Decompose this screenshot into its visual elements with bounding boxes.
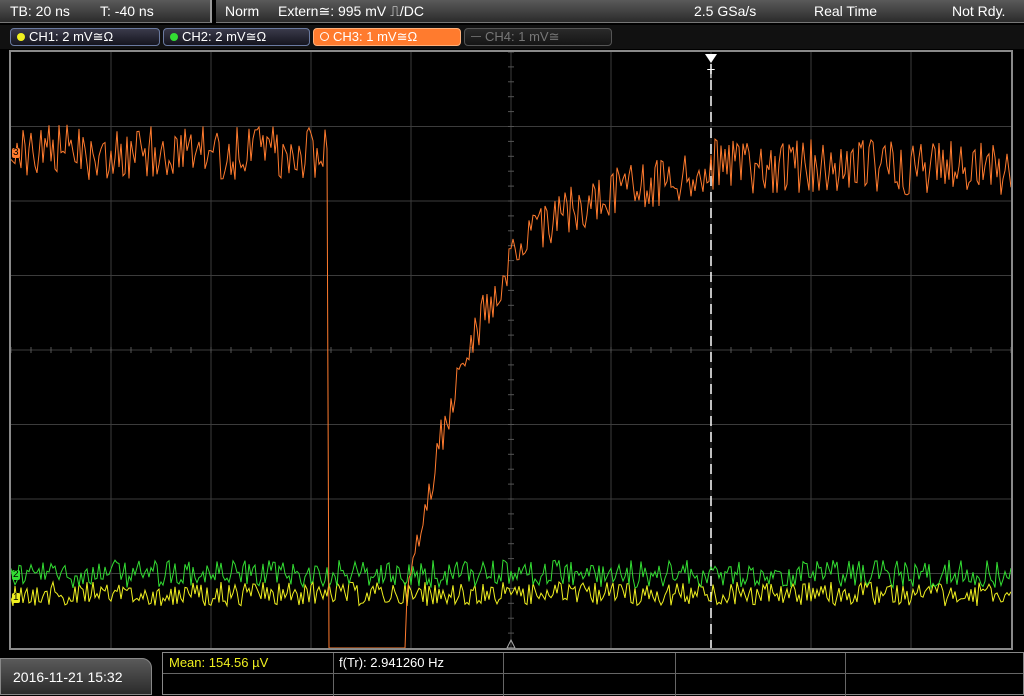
- graticule: [11, 52, 1011, 648]
- channel-4-button[interactable]: CH4: 1 mV≅: [464, 28, 612, 46]
- datetime-display[interactable]: 2016-11-21 15:32: [0, 658, 152, 695]
- measurement-divider: [675, 653, 676, 696]
- channel-3-button[interactable]: CH3: 1 mV≅Ω: [313, 28, 461, 46]
- channel-2-button[interactable]: CH2: 2 mV≅Ω: [163, 28, 310, 46]
- channel-1-label: CH1: 2 mV≅Ω: [29, 29, 114, 44]
- channel-1-dot-icon: [17, 33, 25, 41]
- channel-2-label: CH2: 2 mV≅Ω: [182, 29, 267, 44]
- measurement-divider: [333, 653, 334, 696]
- trigger-offset-label: T: -40 ns: [100, 3, 154, 19]
- measurement-frequency: f(Tr): 2.941260 Hz: [339, 655, 445, 670]
- channel-3-label: CH3: 1 mV≅Ω: [333, 29, 418, 44]
- channel-1-button[interactable]: CH1: 2 mV≅Ω: [10, 28, 160, 46]
- channel-3-dot-icon: [320, 32, 329, 41]
- measurement-divider: [163, 673, 1023, 674]
- timebase-label: TB: 20 ns: [10, 3, 70, 19]
- waveform-plot[interactable]: T: [11, 52, 1011, 648]
- timebase-panel[interactable]: TB: 20 ns T: -40 ns: [0, 0, 212, 23]
- ch3-offset-marker[interactable]: 3: [12, 148, 20, 158]
- channel-4-dot-icon: [471, 36, 481, 37]
- trigger-source-label: Extern≅: 995 mV ⎍/DC: [278, 3, 425, 19]
- trigger-mode-label: Norm: [225, 3, 260, 19]
- status-label: Not Rdy.: [952, 3, 1006, 19]
- measurement-mean: Mean: 154.56 µV: [169, 655, 269, 670]
- channel-4-label: CH4: 1 mV≅: [485, 29, 560, 44]
- trigger-panel[interactable]: Norm Extern≅: 995 mV ⎍/DC 2.5 GSa/s Real…: [216, 0, 1024, 23]
- trigger-marker-label: T: [707, 66, 715, 81]
- bottom-bar: 2016-11-21 15:32 Mean: 154.56 µV f(Tr): …: [0, 652, 1024, 696]
- ch2-offset-marker[interactable]: 2: [12, 570, 20, 580]
- channel-2-dot-icon: [170, 33, 178, 41]
- acq-mode-label: Real Time: [814, 3, 878, 19]
- channel-bar: CH1: 2 mV≅Ω CH2: 2 mV≅Ω CH3: 1 mV≅Ω CH4:…: [0, 25, 1024, 49]
- measurement-table[interactable]: Mean: 154.56 µV f(Tr): 2.941260 Hz: [162, 652, 1024, 696]
- measurement-divider: [503, 653, 504, 696]
- measurement-divider: [845, 653, 846, 696]
- trigger-marker-icon[interactable]: T: [705, 54, 717, 81]
- ch1-offset-marker[interactable]: 1: [12, 593, 20, 603]
- sample-rate-label: 2.5 GSa/s: [694, 3, 757, 19]
- status-bar: TB: 20 ns T: -40 ns Norm Extern≅: 995 mV…: [0, 0, 1024, 24]
